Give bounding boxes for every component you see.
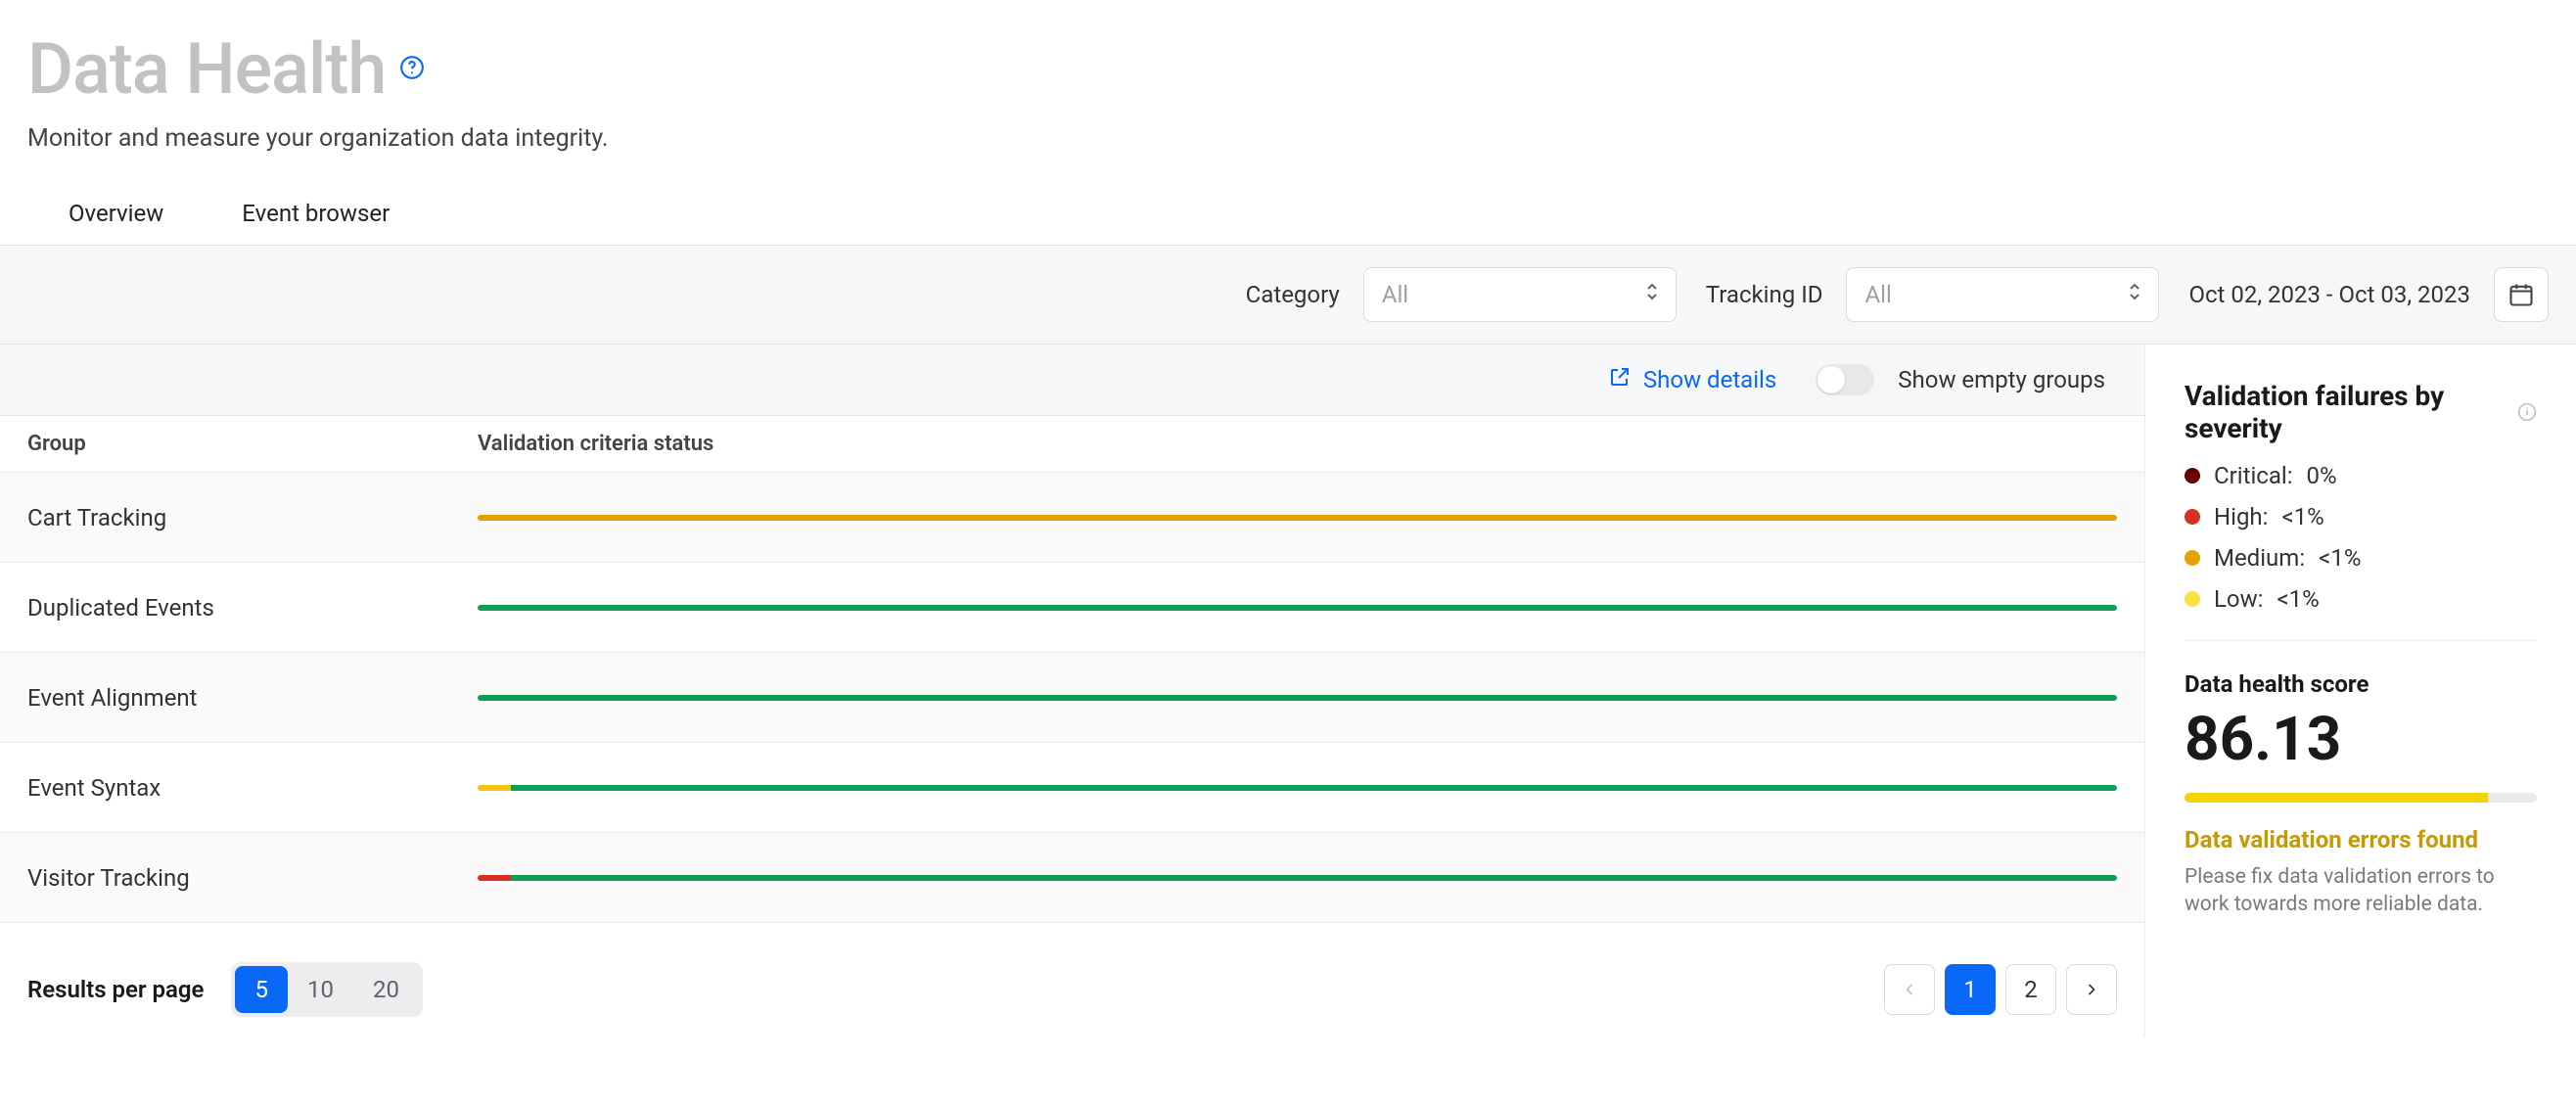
table-row[interactable]: Event Alignment [0, 653, 2144, 743]
calendar-button[interactable] [2494, 267, 2549, 322]
group-name: Cart Tracking [27, 504, 478, 531]
page-subtitle: Monitor and measure your organization da… [27, 124, 2549, 153]
date-range-text: Oct 02, 2023 - Oct 03, 2023 [2188, 281, 2470, 308]
status-bar-segment [478, 785, 511, 791]
page-title: Data Health [27, 27, 386, 111]
rpp-option[interactable]: 20 [353, 966, 419, 1013]
score-value: 86.13 [2185, 704, 2537, 775]
severity-label: Critical: [2214, 462, 2293, 489]
show-details-link[interactable]: Show details [1608, 365, 1776, 394]
severity-dot [2185, 509, 2200, 525]
category-select[interactable]: All [1363, 267, 1677, 322]
score-label: Data health score [2185, 670, 2537, 698]
severity-label: Low: [2214, 585, 2263, 613]
help-icon[interactable] [399, 55, 425, 84]
status-bar [478, 605, 2117, 611]
severity-dot [2185, 468, 2200, 484]
error-title: Data validation errors found [2185, 826, 2537, 853]
status-bar-segment [511, 875, 2118, 881]
status-bar-segment [478, 875, 511, 881]
severity-row: High: <1% [2185, 503, 2537, 530]
pager-next[interactable] [2066, 964, 2117, 1015]
severity-row: Critical: 0% [2185, 462, 2537, 489]
group-name: Event Syntax [27, 774, 478, 802]
rpp-option[interactable]: 10 [288, 966, 353, 1013]
results-per-page-label: Results per page [27, 976, 204, 1003]
score-bar-fill [2185, 793, 2488, 803]
table-row[interactable]: Cart Tracking [0, 473, 2144, 563]
show-details-label: Show details [1643, 366, 1776, 393]
pager-page[interactable]: 2 [2005, 964, 2056, 1015]
info-icon[interactable] [2517, 396, 2537, 429]
error-text: Please fix data validation errors to wor… [2185, 863, 2537, 919]
severity-dot [2185, 591, 2200, 607]
table-row[interactable]: Event Syntax [0, 743, 2144, 833]
chevron-updown-icon [2127, 281, 2142, 308]
table-row[interactable]: Visitor Tracking [0, 833, 2144, 923]
severity-row: Low: <1% [2185, 585, 2537, 613]
severity-value: <1% [2319, 544, 2361, 572]
tab-overview[interactable]: Overview [69, 200, 163, 227]
status-bar [478, 515, 2117, 521]
severity-value: 0% [2307, 462, 2337, 489]
status-bar-segment [478, 605, 2117, 611]
pager-page[interactable]: 1 [1945, 964, 1996, 1015]
severity-title: Validation failures by severity [2185, 380, 2507, 444]
status-bar-segment [478, 695, 2117, 701]
severity-row: Medium: <1% [2185, 544, 2537, 572]
group-name: Duplicated Events [27, 594, 478, 622]
rpp-option[interactable]: 5 [235, 966, 288, 1013]
status-bar [478, 785, 2117, 791]
group-name: Visitor Tracking [27, 864, 478, 892]
severity-value: <1% [2277, 585, 2319, 613]
tab-event-browser[interactable]: Event browser [242, 200, 390, 227]
severity-value: <1% [2281, 503, 2323, 530]
severity-label: High: [2214, 503, 2268, 530]
status-bar [478, 875, 2117, 881]
chevron-updown-icon [1644, 281, 1660, 308]
score-bar [2185, 793, 2537, 803]
tracking-id-select[interactable]: All [1846, 267, 2159, 322]
group-name: Event Alignment [27, 684, 478, 712]
column-header-status: Validation criteria status [478, 432, 2117, 456]
open-external-icon [1608, 365, 1632, 394]
status-bar-segment [511, 785, 2118, 791]
category-label: Category [1246, 281, 1340, 308]
status-bar [478, 695, 2117, 701]
severity-dot [2185, 550, 2200, 566]
show-empty-label: Show empty groups [1898, 366, 2105, 393]
tracking-id-label: Tracking ID [1706, 281, 1823, 308]
tracking-id-value: All [1864, 281, 1891, 308]
show-empty-toggle[interactable] [1816, 364, 1874, 395]
severity-label: Medium: [2214, 544, 2305, 572]
status-bar-segment [478, 515, 2117, 521]
table-row[interactable]: Duplicated Events [0, 563, 2144, 653]
column-header-group: Group [27, 432, 478, 456]
pager-prev[interactable] [1884, 964, 1935, 1015]
category-value: All [1382, 281, 1408, 308]
